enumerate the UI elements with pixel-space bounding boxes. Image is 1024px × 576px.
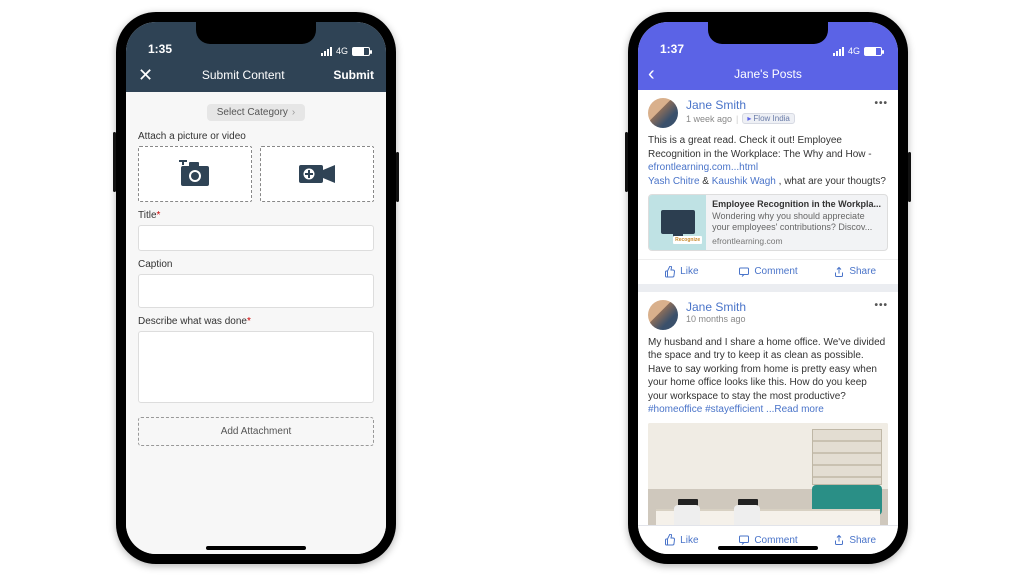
home-indicator: [206, 546, 306, 550]
link-preview-card[interactable]: Recognize Employee Recognition in the Wo…: [648, 194, 888, 251]
like-icon: [664, 534, 676, 546]
card-thumbnail: Recognize: [649, 195, 706, 250]
like-button[interactable]: Like: [638, 260, 725, 284]
status-time: 1:35: [148, 42, 172, 56]
post-body: This is a great read. Check it out! Empl…: [648, 134, 888, 188]
describe-input[interactable]: [138, 331, 374, 403]
status-time: 1:37: [660, 42, 684, 56]
card-source: efrontlearning.com: [712, 236, 881, 246]
select-category-button[interactable]: Select Category ›: [207, 104, 306, 121]
share-button[interactable]: Share: [811, 526, 898, 554]
attach-label: Attach a picture or video: [138, 131, 374, 142]
post-link[interactable]: efrontlearning.com...html: [648, 162, 758, 173]
page-title: Submit Content: [202, 68, 285, 82]
post: Jane Smith 10 months ago ••• My husband …: [638, 292, 898, 526]
post-image[interactable]: [648, 423, 888, 526]
share-icon: [833, 266, 845, 278]
bolt-icon: ▸: [747, 114, 751, 123]
hashtag[interactable]: #homeoffice #stayefficient: [648, 404, 763, 415]
caption-label: Caption: [138, 259, 374, 270]
card-description: Wondering why you should appreciate your…: [712, 211, 881, 234]
post-actions: Like Comment Share: [638, 259, 898, 284]
phone-posts-feed: 1:37 4G ‹ Jane's Posts Jane Smith 1 week: [628, 12, 908, 564]
mention[interactable]: Kaushik Wagh: [712, 176, 776, 187]
more-icon[interactable]: •••: [874, 300, 888, 311]
share-button[interactable]: Share: [811, 260, 898, 284]
notch: [196, 22, 316, 44]
post-body: My husband and I share a home office. We…: [648, 336, 888, 417]
signal-icon: [321, 47, 332, 56]
author-name[interactable]: Jane Smith: [686, 98, 866, 112]
battery-icon: [864, 47, 882, 56]
more-icon[interactable]: •••: [874, 98, 888, 109]
video-plus-icon: [297, 161, 337, 187]
like-icon: [664, 266, 676, 278]
phone-submit-content: 1:35 4G ✕ Submit Content Submit Select C…: [116, 12, 396, 564]
submit-button[interactable]: Submit: [333, 68, 374, 82]
card-title: Employee Recognition in the Workpla...: [712, 199, 881, 209]
title-label: Title*: [138, 210, 374, 221]
describe-label: Describe what was done*: [138, 316, 374, 327]
add-photo-button[interactable]: [138, 146, 252, 202]
network-label: 4G: [336, 46, 348, 56]
avatar[interactable]: [648, 98, 678, 128]
title-input[interactable]: [138, 225, 374, 251]
post: Jane Smith 1 week ago | ▸Flow India ••• …: [638, 90, 898, 284]
notch: [708, 22, 828, 44]
comment-button[interactable]: Comment: [725, 260, 812, 284]
navbar: ‹ Jane's Posts: [638, 58, 898, 90]
comment-icon: [738, 266, 750, 278]
navbar: ✕ Submit Content Submit: [126, 58, 386, 92]
close-icon[interactable]: ✕: [138, 66, 153, 84]
group-tag[interactable]: ▸Flow India: [742, 113, 794, 124]
like-button[interactable]: Like: [638, 526, 725, 554]
category-label: Select Category: [217, 107, 288, 118]
add-attachment-button[interactable]: Add Attachment: [138, 417, 374, 446]
read-more-link[interactable]: ...Read more: [763, 404, 824, 415]
comment-icon: [738, 534, 750, 546]
mention[interactable]: Yash Chitre: [648, 176, 700, 187]
camera-plus-icon: [177, 160, 213, 188]
avatar[interactable]: [648, 300, 678, 330]
signal-icon: [833, 47, 844, 56]
share-icon: [833, 534, 845, 546]
author-name[interactable]: Jane Smith: [686, 300, 866, 314]
add-video-button[interactable]: [260, 146, 374, 202]
network-label: 4G: [848, 46, 860, 56]
post-timestamp: 10 months ago: [686, 314, 866, 324]
home-indicator: [718, 546, 818, 550]
chevron-right-icon: ›: [292, 107, 295, 118]
page-title: Jane's Posts: [648, 67, 888, 81]
caption-input[interactable]: [138, 274, 374, 308]
feed[interactable]: Jane Smith 1 week ago | ▸Flow India ••• …: [638, 90, 898, 525]
battery-icon: [352, 47, 370, 56]
post-timestamp: 1 week ago: [686, 114, 732, 124]
